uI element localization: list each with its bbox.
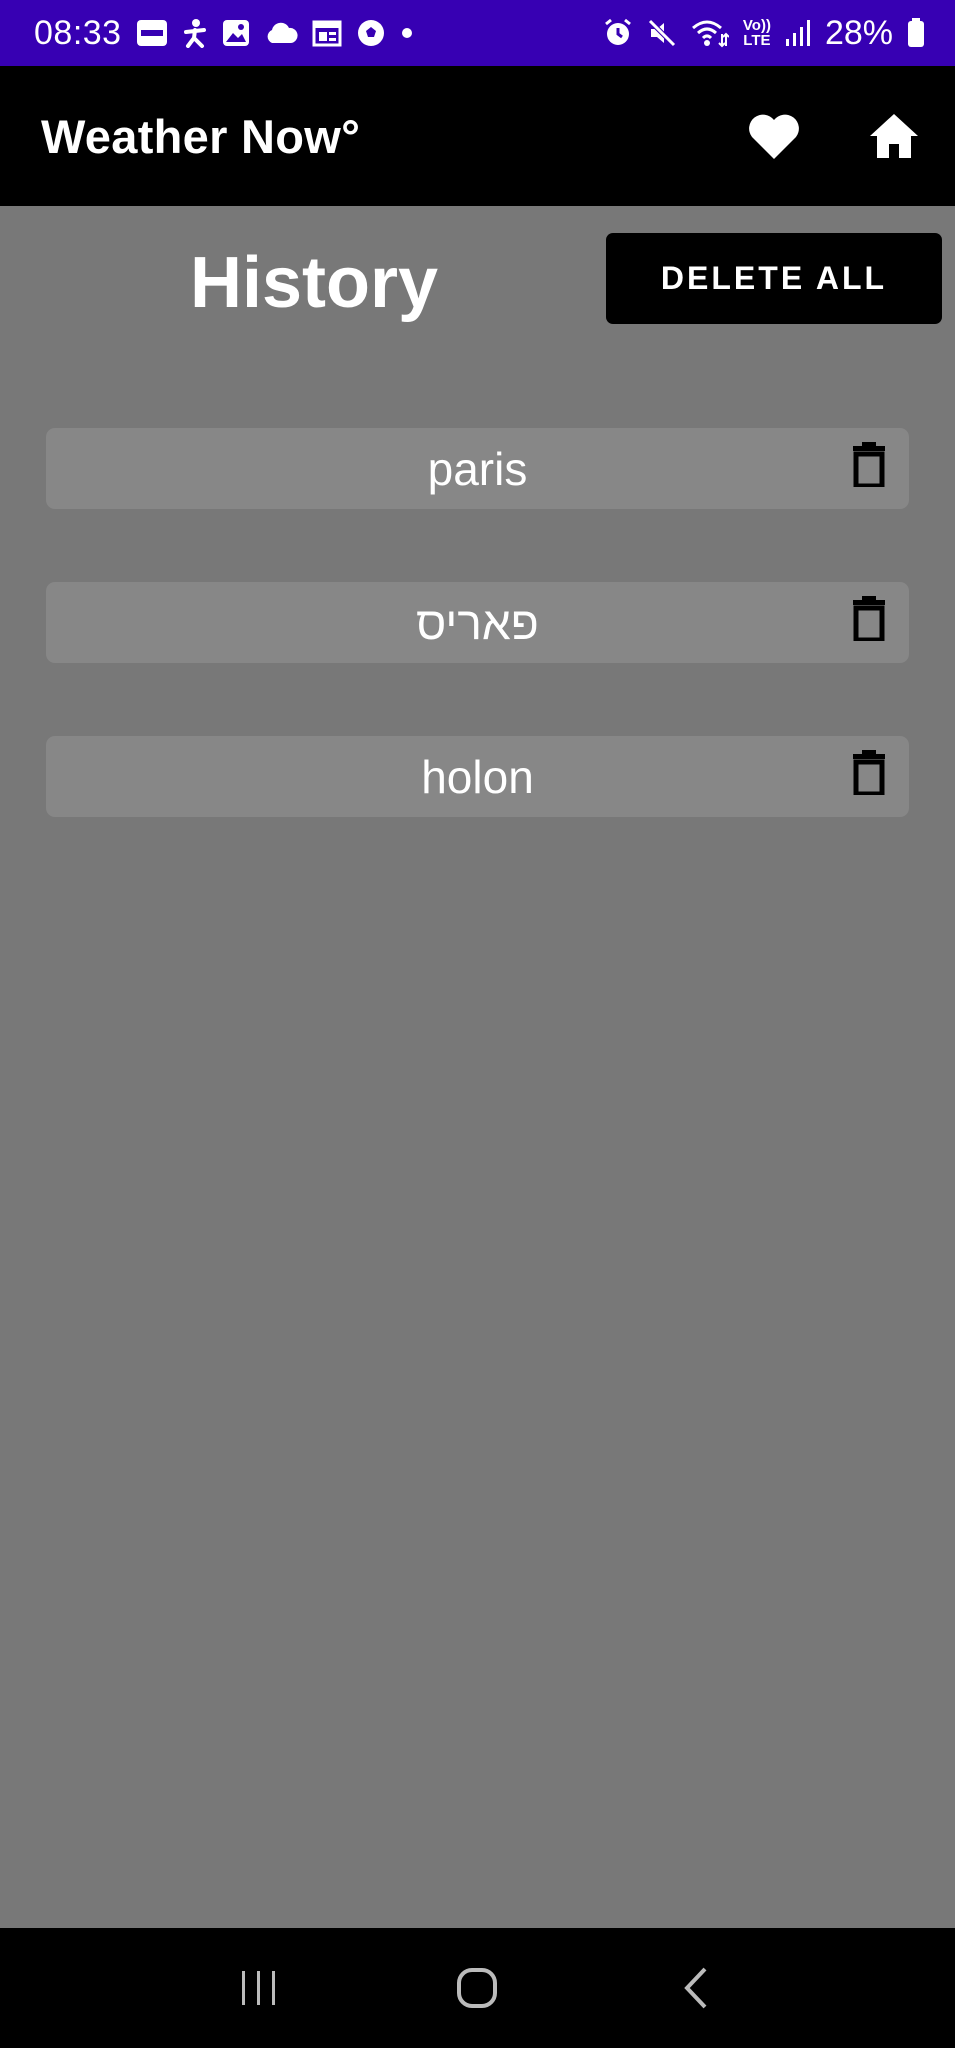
system-home-button[interactable] (447, 1958, 507, 2018)
history-list: paris פאריס holon (46, 428, 909, 890)
volte-icon: Vo)) LTE (743, 18, 771, 48)
signal-icon (785, 19, 811, 47)
history-item-label: holon (421, 750, 534, 803)
app-bar: Weather Now° (0, 66, 955, 206)
trash-icon (853, 442, 885, 487)
home-circle-icon (457, 1968, 498, 2008)
history-item[interactable]: paris (46, 428, 909, 509)
home-button[interactable] (867, 109, 921, 163)
cloud-icon (264, 22, 298, 44)
app-title: Weather Now° (41, 109, 361, 163)
network-label: LTE (743, 32, 771, 49)
accessibility-icon (182, 18, 208, 48)
delete-item-button[interactable] (849, 748, 889, 796)
home-icon (870, 114, 918, 158)
heart-icon (749, 114, 799, 159)
soccer-icon (356, 18, 386, 48)
wifi-icon (691, 18, 729, 48)
history-item-label: paris (427, 442, 528, 495)
history-item-label: פאריס (416, 596, 539, 649)
recent-apps-icon (242, 1971, 276, 2005)
calendar-icon (312, 19, 342, 47)
back-icon (684, 1967, 707, 2009)
dot-icon (400, 26, 414, 40)
status-bar: 08:33 Vo)) LTE 28% (0, 0, 955, 66)
delete-all-button[interactable]: DELETE ALL (606, 233, 942, 324)
gallery-icon (222, 19, 250, 47)
trash-icon (853, 596, 885, 641)
status-time: 08:33 (34, 13, 122, 52)
news-app-icon (136, 19, 168, 47)
favorites-button[interactable] (747, 109, 801, 163)
history-item[interactable]: holon (46, 736, 909, 817)
page-title: History (190, 243, 439, 323)
trash-icon (853, 750, 885, 795)
battery-percent: 28% (824, 13, 893, 52)
battery-icon (907, 18, 925, 48)
system-nav-bar (0, 1928, 955, 2048)
delete-item-button[interactable] (849, 594, 889, 642)
history-item[interactable]: פאריס (46, 582, 909, 663)
delete-item-button[interactable] (849, 440, 889, 488)
back-button[interactable] (666, 1958, 726, 2018)
recent-apps-button[interactable] (229, 1958, 289, 2018)
alarm-icon (603, 18, 633, 48)
status-left: 08:33 (34, 14, 414, 53)
history-screen: History DELETE ALL paris פאריס holon (0, 206, 955, 1928)
app-actions (747, 109, 921, 163)
status-right: Vo)) LTE 28% (603, 14, 925, 53)
mute-icon (647, 18, 677, 48)
